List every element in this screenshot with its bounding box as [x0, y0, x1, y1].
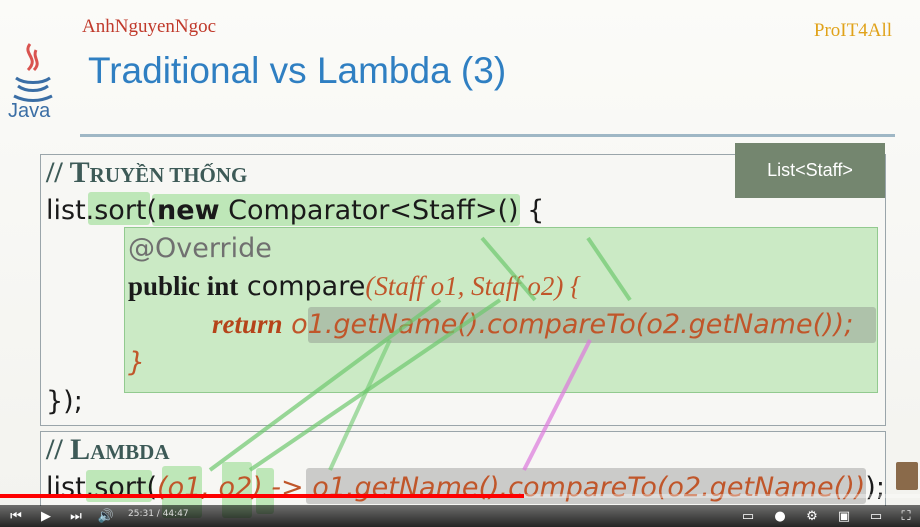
- code-line-4: return o1.getName().compareTo(o2.getName…: [212, 309, 854, 340]
- time-display: 25:31 / 44:47: [128, 509, 189, 519]
- title-divider: [80, 134, 895, 137]
- progress-bar[interactable]: [0, 494, 920, 498]
- code-line-1: list.sort(new Comparator<Staff>() {: [46, 195, 545, 226]
- miniplayer-icon[interactable]: ▣: [834, 507, 854, 525]
- section-lambda-heading: // LAMBDA: [46, 433, 170, 466]
- code-line-2: @Override: [128, 233, 272, 264]
- section-traditional-heading: // TRUYỀN THỐNG: [46, 156, 248, 189]
- list-staff-badge: List<Staff>: [735, 143, 885, 198]
- brand-name: ProIT4All: [813, 20, 892, 41]
- ambient-icon[interactable]: ●: [770, 507, 790, 525]
- presenter-thumbnail: [896, 462, 918, 490]
- next-icon[interactable]: ⏭: [66, 507, 86, 525]
- code-line-6: });: [46, 386, 83, 417]
- theater-icon[interactable]: ▭: [866, 507, 886, 525]
- progress-fill: [0, 494, 525, 498]
- java-label: Java: [8, 100, 51, 122]
- play-icon[interactable]: ▶: [36, 507, 56, 525]
- slide-title: Traditional vs Lambda (3): [88, 50, 507, 91]
- volume-icon[interactable]: 🔊: [96, 507, 116, 525]
- subtitles-icon[interactable]: ▭: [738, 507, 758, 525]
- slide: AnhNguyenNgoc ProIT4All Java Traditional…: [0, 0, 920, 518]
- settings-icon[interactable]: ⚙: [802, 507, 822, 525]
- code-line-3: public int compare(Staff o1, Staff o2) {: [128, 271, 581, 302]
- author-name: AnhNguyenNgoc: [82, 16, 217, 37]
- player-controls: ⏮ ▶ ⏭ 🔊 25:31 / 44:47 ▭ ● ⚙ ▣ ▭ ⛶: [0, 505, 920, 527]
- fullscreen-icon[interactable]: ⛶: [896, 507, 916, 525]
- previous-icon[interactable]: ⏮: [6, 507, 26, 525]
- code-line-5: }: [128, 347, 146, 378]
